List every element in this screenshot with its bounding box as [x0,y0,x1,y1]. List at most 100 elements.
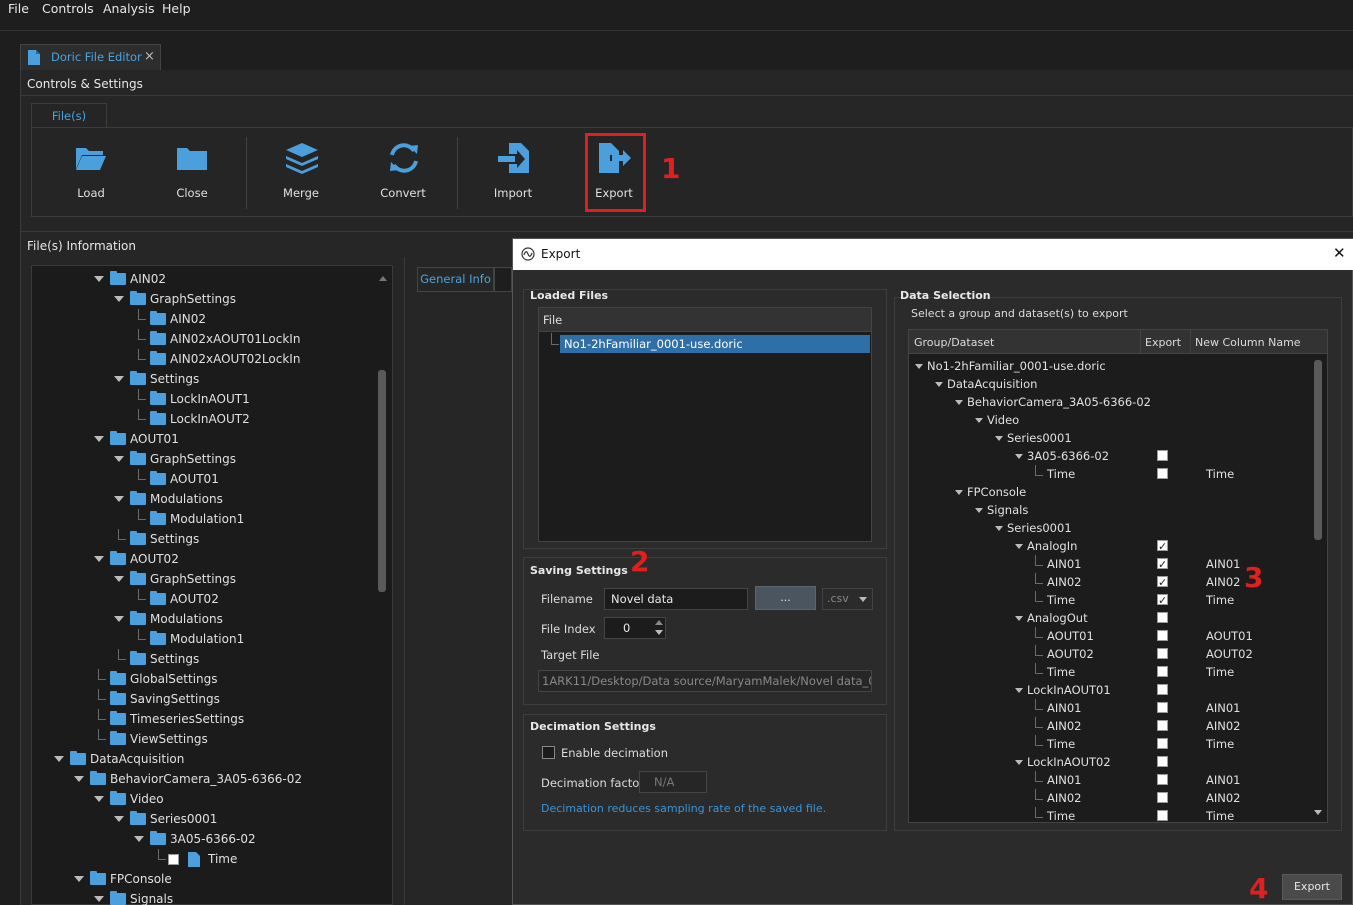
export-checkbox[interactable] [1157,592,1168,610]
tab-overflow[interactable] [494,267,512,292]
chevron-down-icon[interactable] [114,376,124,382]
chevron-down-icon[interactable] [134,836,144,842]
new-column-name[interactable]: Time [1206,591,1234,609]
export-checkbox[interactable] [1157,648,1168,659]
tree-item[interactable]: AOUT01 [32,429,372,449]
chevron-down-icon[interactable] [935,382,943,387]
tree-item[interactable]: DataAcquisition [32,749,372,769]
scroll-down-icon[interactable] [1314,810,1322,815]
chevron-down-icon[interactable] [94,556,104,562]
chevron-down-icon[interactable] [94,436,104,442]
tree-item[interactable]: GlobalSettings [32,669,372,689]
chevron-down-icon[interactable] [955,400,963,405]
stepper-up-icon[interactable] [655,620,663,625]
tab-doric-file-editor[interactable]: Doric File Editor × [20,44,161,70]
new-column-name[interactable]: Time [1206,807,1234,822]
new-column-name[interactable]: AIN01 [1206,771,1241,789]
menu-controls[interactable]: Controls [42,1,94,16]
tree-item[interactable]: ViewSettings [32,729,372,749]
chevron-down-icon[interactable] [94,276,104,282]
menu-help[interactable]: Help [162,1,191,16]
tree-item[interactable]: Settings [32,529,372,549]
new-column-name[interactable]: AOUT02 [1206,645,1253,663]
tab-general-info[interactable]: General Info [417,267,494,292]
dataset-row[interactable]: Video [909,411,1309,429]
scroll-thumb[interactable] [378,370,386,592]
tree-item[interactable]: Modulation1 [32,509,372,529]
dataset-row[interactable]: LockInAOUT02 [909,753,1309,771]
chevron-down-icon[interactable] [995,526,1003,531]
dataset-row[interactable]: AIN02 AIN02 [909,717,1309,735]
dataset-row[interactable]: Time Time [909,663,1309,681]
chevron-down-icon[interactable] [54,756,64,762]
chevron-down-icon[interactable] [114,296,124,302]
new-column-name[interactable]: AOUT01 [1206,627,1253,645]
tab-close-icon[interactable]: × [144,49,155,64]
export-checkbox[interactable] [1157,792,1168,803]
col-group-dataset[interactable]: Group/Dataset [914,336,994,349]
chevron-down-icon[interactable] [915,364,923,369]
tree-scrollbar[interactable] [375,266,392,904]
tree-item[interactable]: Modulations [32,489,372,509]
export-checkbox[interactable] [1157,738,1168,749]
export-checkbox[interactable] [1157,720,1168,731]
dataset-row[interactable]: AIN02 AIN02 [909,789,1309,807]
convert-button[interactable]: Convert [368,142,438,200]
export-checkbox[interactable] [1157,666,1168,677]
col-new-column-name[interactable]: New Column Name [1195,336,1301,349]
new-column-name[interactable]: Time [1206,735,1234,753]
chevron-down-icon[interactable] [1015,544,1023,549]
dataset-row[interactable]: AIN01 AIN01 [909,771,1309,789]
dataset-row[interactable]: Series0001 [909,429,1309,447]
export-checkbox[interactable] [1157,450,1168,461]
tree-item[interactable]: 3A05-6366-02 [32,829,372,849]
loaded-file-item[interactable]: No1-2hFamiliar_0001-use.doric [560,335,870,353]
export-checkbox[interactable] [1157,612,1168,623]
new-column-name[interactable]: AIN02 [1206,789,1241,807]
tree-item[interactable]: LockInAOUT2 [32,409,372,429]
tree-item[interactable]: AIN02xAOUT02LockIn [32,349,372,369]
export-checkbox[interactable] [1157,684,1168,695]
chevron-down-icon[interactable] [94,796,104,802]
chevron-down-icon[interactable] [74,776,84,782]
tree-item[interactable]: Modulation1 [32,629,372,649]
new-column-name[interactable]: AIN02 [1206,717,1241,735]
format-select[interactable]: .csv [822,588,873,610]
file-tree[interactable]: AIN02 GraphSettings AIN02 AIN02xAOUT01LockI… [31,265,393,905]
chevron-down-icon[interactable] [114,816,124,822]
tree-item[interactable]: AIN02xAOUT01LockIn [32,329,372,349]
new-column-name[interactable]: Time [1206,465,1234,483]
dataset-row[interactable]: Signals [909,501,1309,519]
dataset-row[interactable]: AIN01 AIN01 [909,699,1309,717]
chevron-down-icon[interactable] [955,490,963,495]
dataset-row[interactable]: AnalogOut [909,609,1309,627]
tree-item[interactable]: GraphSettings [32,289,372,309]
dataset-row[interactable]: AOUT02 AOUT02 [909,645,1309,663]
scroll-up-icon[interactable] [379,276,387,281]
export-checkbox[interactable] [168,854,179,865]
new-column-name[interactable]: AIN01 [1206,699,1241,717]
tree-item[interactable]: Settings [32,369,372,389]
chevron-down-icon[interactable] [995,436,1003,441]
chevron-down-icon[interactable] [114,496,124,502]
new-column-name[interactable]: AIN02 [1206,573,1241,591]
dataset-row[interactable]: 3A05-6366-02 [909,447,1309,465]
tree-item[interactable]: LockInAOUT1 [32,389,372,409]
menu-analysis[interactable]: Analysis [103,1,155,16]
tree-item[interactable]: Time [32,849,372,869]
dataset-row[interactable]: No1-2hFamiliar_0001-use.doric [909,357,1309,375]
filename-input[interactable]: Novel data [604,588,748,610]
tree-item[interactable]: AIN02 [32,269,372,289]
dataset-row[interactable]: Time Time [909,465,1309,483]
tree-item[interactable]: Video [32,789,372,809]
export-checkbox[interactable] [1157,810,1168,821]
chevron-down-icon[interactable] [1015,616,1023,621]
menu-file[interactable]: File [8,1,29,16]
chevron-down-icon[interactable] [114,456,124,462]
dataset-row[interactable]: AOUT01 AOUT01 [909,627,1309,645]
load-button[interactable]: Load [56,144,126,200]
close-button[interactable]: Close [157,144,227,200]
dialog-export-button[interactable]: Export [1282,874,1342,900]
loaded-files-list[interactable]: File No1-2hFamiliar_0001-use.doric [538,307,872,542]
file-column-header[interactable]: File [539,308,871,332]
